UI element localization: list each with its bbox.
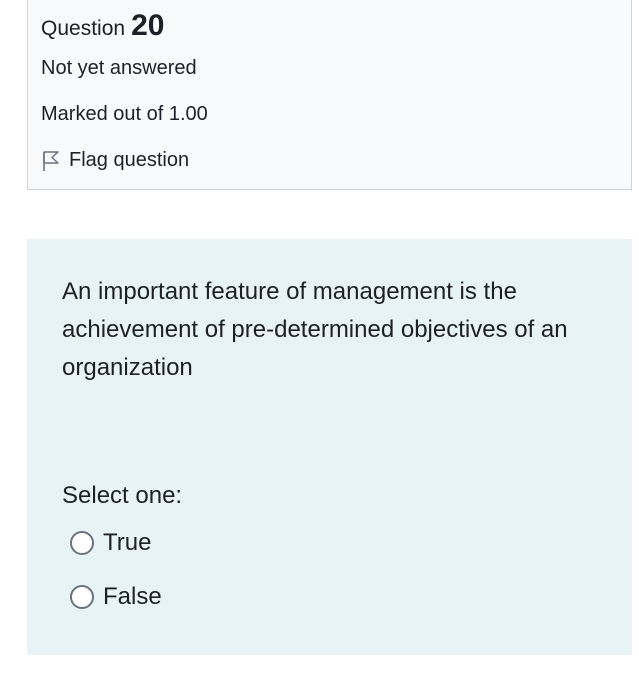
flag-question-label: Flag question (69, 149, 190, 171)
flag-question-link[interactable]: Flag question (41, 149, 189, 172)
answer-option-false[interactable]: False (70, 583, 162, 611)
question-text: An important feature of management is th… (62, 278, 568, 381)
select-prompt: Select one: (62, 482, 183, 509)
question-number-line: Question 20 (41, 9, 164, 43)
question-state: Not yet answered (41, 57, 197, 79)
question-grade: Marked out of 1.00 (41, 103, 208, 125)
question-prefix: Question (41, 17, 126, 40)
question-content-panel: An important feature of management is th… (27, 239, 632, 655)
radio-button-icon[interactable] (70, 585, 94, 609)
question-number: 20 (131, 9, 165, 42)
flag-icon (41, 150, 61, 172)
answer-label: False (103, 583, 162, 610)
answer-label: True (103, 529, 152, 556)
answer-option-true[interactable]: True (70, 529, 151, 557)
radio-button-icon[interactable] (70, 531, 94, 555)
question-info-panel: Question 20 Not yet answered Marked out … (27, 0, 632, 190)
